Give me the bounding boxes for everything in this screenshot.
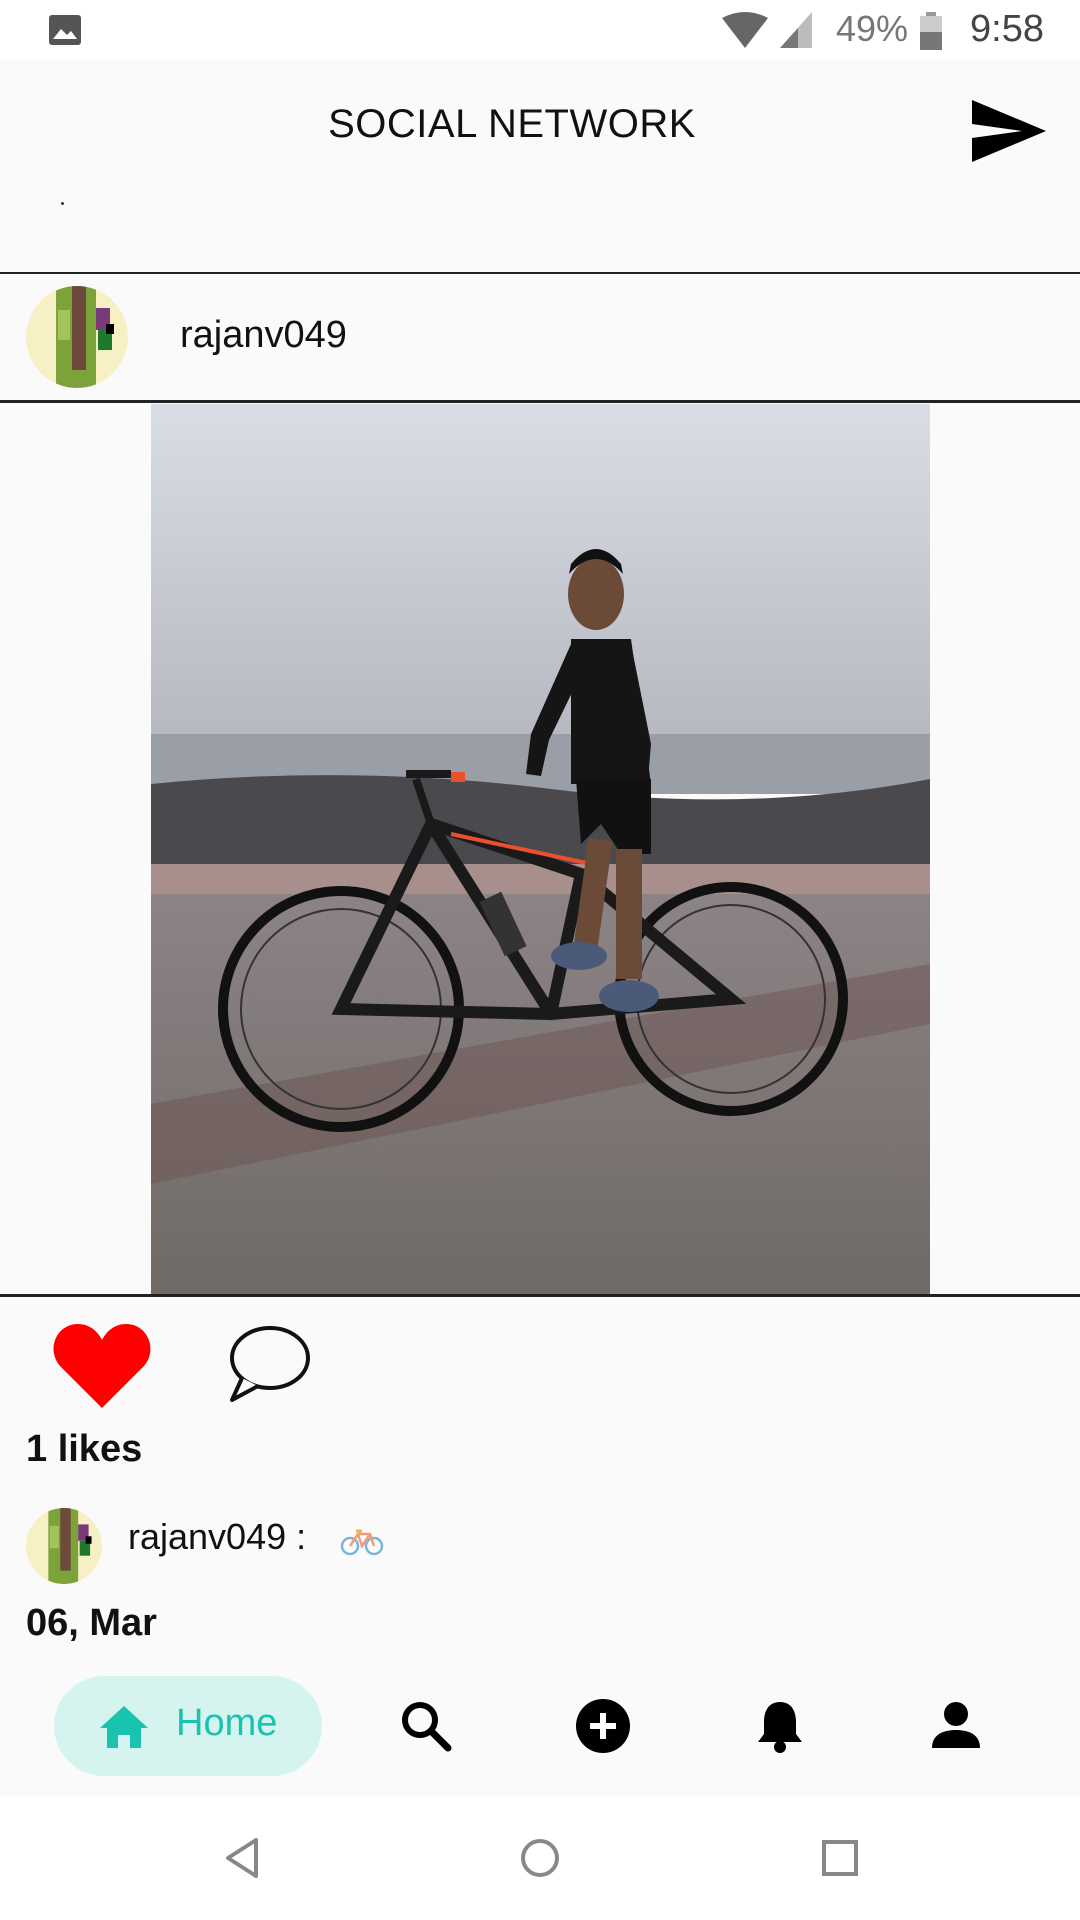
dot — [61, 202, 64, 205]
profile-icon[interactable] — [926, 1696, 986, 1756]
image-icon — [49, 15, 81, 45]
signal-icon — [780, 12, 812, 48]
post-photo[interactable] — [151, 404, 930, 1294]
home-icon — [100, 1706, 148, 1748]
app-title: SOCIAL NETWORK — [328, 102, 696, 146]
bicycle-icon — [340, 1529, 384, 1556]
status-bar: 49% 9:58 — [0, 0, 1080, 60]
likes-count: 1 likes — [26, 1428, 143, 1470]
nav-home-label: Home — [176, 1702, 278, 1744]
like-heart-icon[interactable] — [52, 1320, 152, 1410]
add-icon[interactable] — [573, 1696, 633, 1756]
battery-icon — [920, 12, 942, 50]
caption-avatar[interactable] — [26, 1508, 102, 1584]
back-icon[interactable] — [220, 1836, 264, 1880]
wifi-icon — [722, 12, 768, 48]
caption: rajanv049 : — [26, 1508, 1026, 1588]
comment-bubble-icon[interactable] — [224, 1322, 312, 1406]
divider — [0, 400, 1080, 403]
battery-percent: 49% — [836, 8, 909, 49]
post-image-area — [0, 404, 1080, 1294]
caption-username[interactable]: rajanv049 : — [128, 1516, 306, 1558]
app-bar: SOCIAL NETWORK — [0, 60, 1080, 270]
user-avatar[interactable] — [26, 286, 128, 388]
post-username[interactable]: rajanv049 — [180, 314, 347, 357]
home-circle-icon[interactable] — [518, 1836, 562, 1880]
system-nav — [0, 1796, 1080, 1920]
post-header[interactable]: rajanv049 — [0, 274, 1080, 400]
clock: 9:58 — [970, 8, 1044, 50]
nav-home-button[interactable]: Home — [54, 1676, 322, 1776]
post-date: 06, Mar — [26, 1602, 157, 1644]
send-icon[interactable] — [970, 98, 1048, 164]
divider — [0, 1294, 1080, 1297]
recents-icon[interactable] — [818, 1836, 862, 1880]
bottom-nav: Home — [0, 1666, 1080, 1796]
notifications-icon[interactable] — [750, 1696, 810, 1756]
search-icon[interactable] — [396, 1696, 456, 1756]
